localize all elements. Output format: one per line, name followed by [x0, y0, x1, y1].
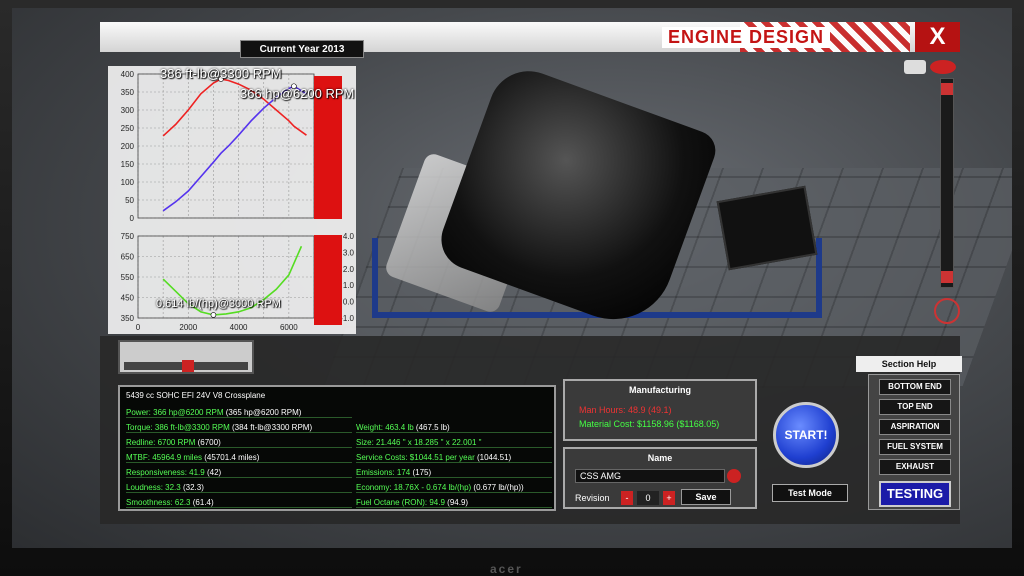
stat-service-costs: Service Costs: $1044.51 per year (1044.5… — [356, 452, 552, 463]
view-scrollbar[interactable] — [940, 78, 954, 288]
man-hours: Man Hours: 48.9 (49.1) — [579, 405, 672, 415]
y-tick-label: 300 — [121, 106, 135, 115]
y-tick-label: 200 — [121, 142, 135, 151]
stat-emissions: Emissions: 174 (175) — [356, 467, 552, 478]
section-aspiration[interactable]: ASPIRATION — [879, 419, 951, 435]
revision-increment-button[interactable]: + — [663, 491, 675, 505]
title-bar: ENGINE DESIGN X — [100, 22, 960, 52]
section-testing[interactable]: TESTING — [879, 481, 951, 507]
close-button[interactable]: X — [915, 22, 960, 52]
stat-weight: Weight: 463.4 lb (467.5 lb) — [356, 422, 552, 433]
test-mode-button[interactable]: Test Mode — [772, 484, 848, 502]
y-tick-label: 550 — [121, 273, 135, 282]
monitor-brand: acer — [490, 562, 523, 576]
y-tick-label: 350 — [121, 88, 135, 97]
name-panel: Name Revision - 0 + Save — [563, 447, 757, 509]
y2-tick-label: 3.0 — [343, 248, 355, 257]
slider-thumb[interactable] — [182, 360, 194, 372]
stat-power: Power: 366 hp@6200 RPM (365 hp@6200 RPM) — [126, 407, 352, 418]
save-button[interactable]: Save — [681, 489, 731, 505]
y2-tick-label: -1.0 — [340, 314, 354, 323]
current-year-label: Current Year 2013 — [240, 40, 364, 58]
y-tick-label: 100 — [121, 178, 135, 187]
rpm-slider[interactable] — [118, 340, 254, 374]
x-tick-label: 4000 — [230, 323, 248, 332]
y-tick-label: 0 — [130, 214, 135, 223]
y-tick-label: 650 — [121, 253, 135, 262]
clear-name-icon[interactable] — [727, 469, 741, 483]
material-cost: Material Cost: $1158.96 ($1168.05) — [579, 419, 720, 429]
x-tick-label: 6000 — [280, 323, 298, 332]
stat-redline: Redline: 6700 RPM (6700) — [126, 437, 352, 448]
economy-peak-label: 0.614 lb/(hp)@3000 RPM — [156, 298, 281, 310]
economy-peak-marker — [210, 312, 217, 318]
section-fuel-system[interactable]: FUEL SYSTEM — [879, 439, 951, 455]
revision-value: 0 — [637, 491, 659, 505]
x-tick-label: 0 — [136, 323, 141, 332]
engine-name-input[interactable] — [575, 469, 725, 483]
y-tick-label: 450 — [121, 294, 135, 303]
manufacturing-panel: Manufacturing Man Hours: 48.9 (49.1) Mat… — [563, 379, 757, 441]
stat-mtbf: MTBF: 45964.9 miles (45701.4 miles) — [126, 452, 352, 463]
scroll-up-icon[interactable] — [941, 83, 953, 95]
engine-name: 5439 cc SOHC EFI 24V V8 Crossplane — [126, 391, 266, 400]
revision-label: Revision — [575, 493, 610, 503]
power-peak-label: 366 hp@6200 RPM — [240, 86, 355, 101]
manufacturing-title: Manufacturing — [629, 385, 691, 395]
y2-tick-label: 4.0 — [343, 232, 355, 241]
window-title: ENGINE DESIGN — [661, 27, 830, 48]
name-title: Name — [647, 453, 673, 463]
y-tick-label: 750 — [121, 232, 135, 241]
start-button[interactable]: START! — [773, 402, 839, 468]
revision-decrement-button[interactable]: - — [621, 491, 633, 505]
redline-zone-bottom — [314, 235, 342, 325]
scroll-down-icon[interactable] — [941, 271, 953, 283]
camera-icon[interactable] — [904, 60, 926, 74]
stat-fuel-octane: Fuel Octane (RON): 94.9 (94.9) — [356, 497, 552, 508]
section-exhaust[interactable]: EXHAUST — [879, 459, 951, 475]
section-bottom-end[interactable]: BOTTOM END — [879, 379, 951, 395]
x-tick-label: 2000 — [179, 323, 197, 332]
engine-stats-panel: 5439 cc SOHC EFI 24V V8 Crossplane Power… — [118, 385, 556, 511]
y2-tick-label: 2.0 — [343, 265, 355, 274]
series-line-0-1 — [162, 85, 307, 212]
y-tick-label: 350 — [121, 314, 135, 323]
stat-size: Size: 21.446 " x 18.285 " x 22.001 " — [356, 437, 552, 448]
stat-economy: Economy: 18.76X - 0.674 lb/(hp) (0.677 l… — [356, 482, 552, 493]
y-tick-label: 400 — [121, 70, 135, 79]
stat-smoothness: Smoothness: 62.3 (61.4) — [126, 497, 352, 508]
section-top-end[interactable]: TOP END — [879, 399, 951, 415]
stat-loudness: Loudness: 32.3 (32.3) — [126, 482, 352, 493]
stat-torque: Torque: 386 ft-lb@3300 RPM (384 ft-lb@33… — [126, 422, 352, 433]
move-view-icon[interactable] — [934, 298, 960, 324]
y2-tick-label: 1.0 — [343, 281, 355, 290]
section-nav: BOTTOM END TOP END ASPIRATION FUEL SYSTE… — [868, 374, 960, 510]
section-help-button[interactable]: Section Help — [856, 356, 962, 372]
y-tick-label: 150 — [121, 160, 135, 169]
torque-peak-label: 386 ft-lb@3300 RPM — [160, 66, 282, 81]
stat-responsiveness: Responsiveness: 41.9 (42) — [126, 467, 352, 478]
y2-tick-label: 0.0 — [343, 298, 355, 307]
y-tick-label: 250 — [121, 124, 135, 133]
y-tick-label: 50 — [125, 196, 134, 205]
eye-icon[interactable] — [930, 60, 956, 74]
